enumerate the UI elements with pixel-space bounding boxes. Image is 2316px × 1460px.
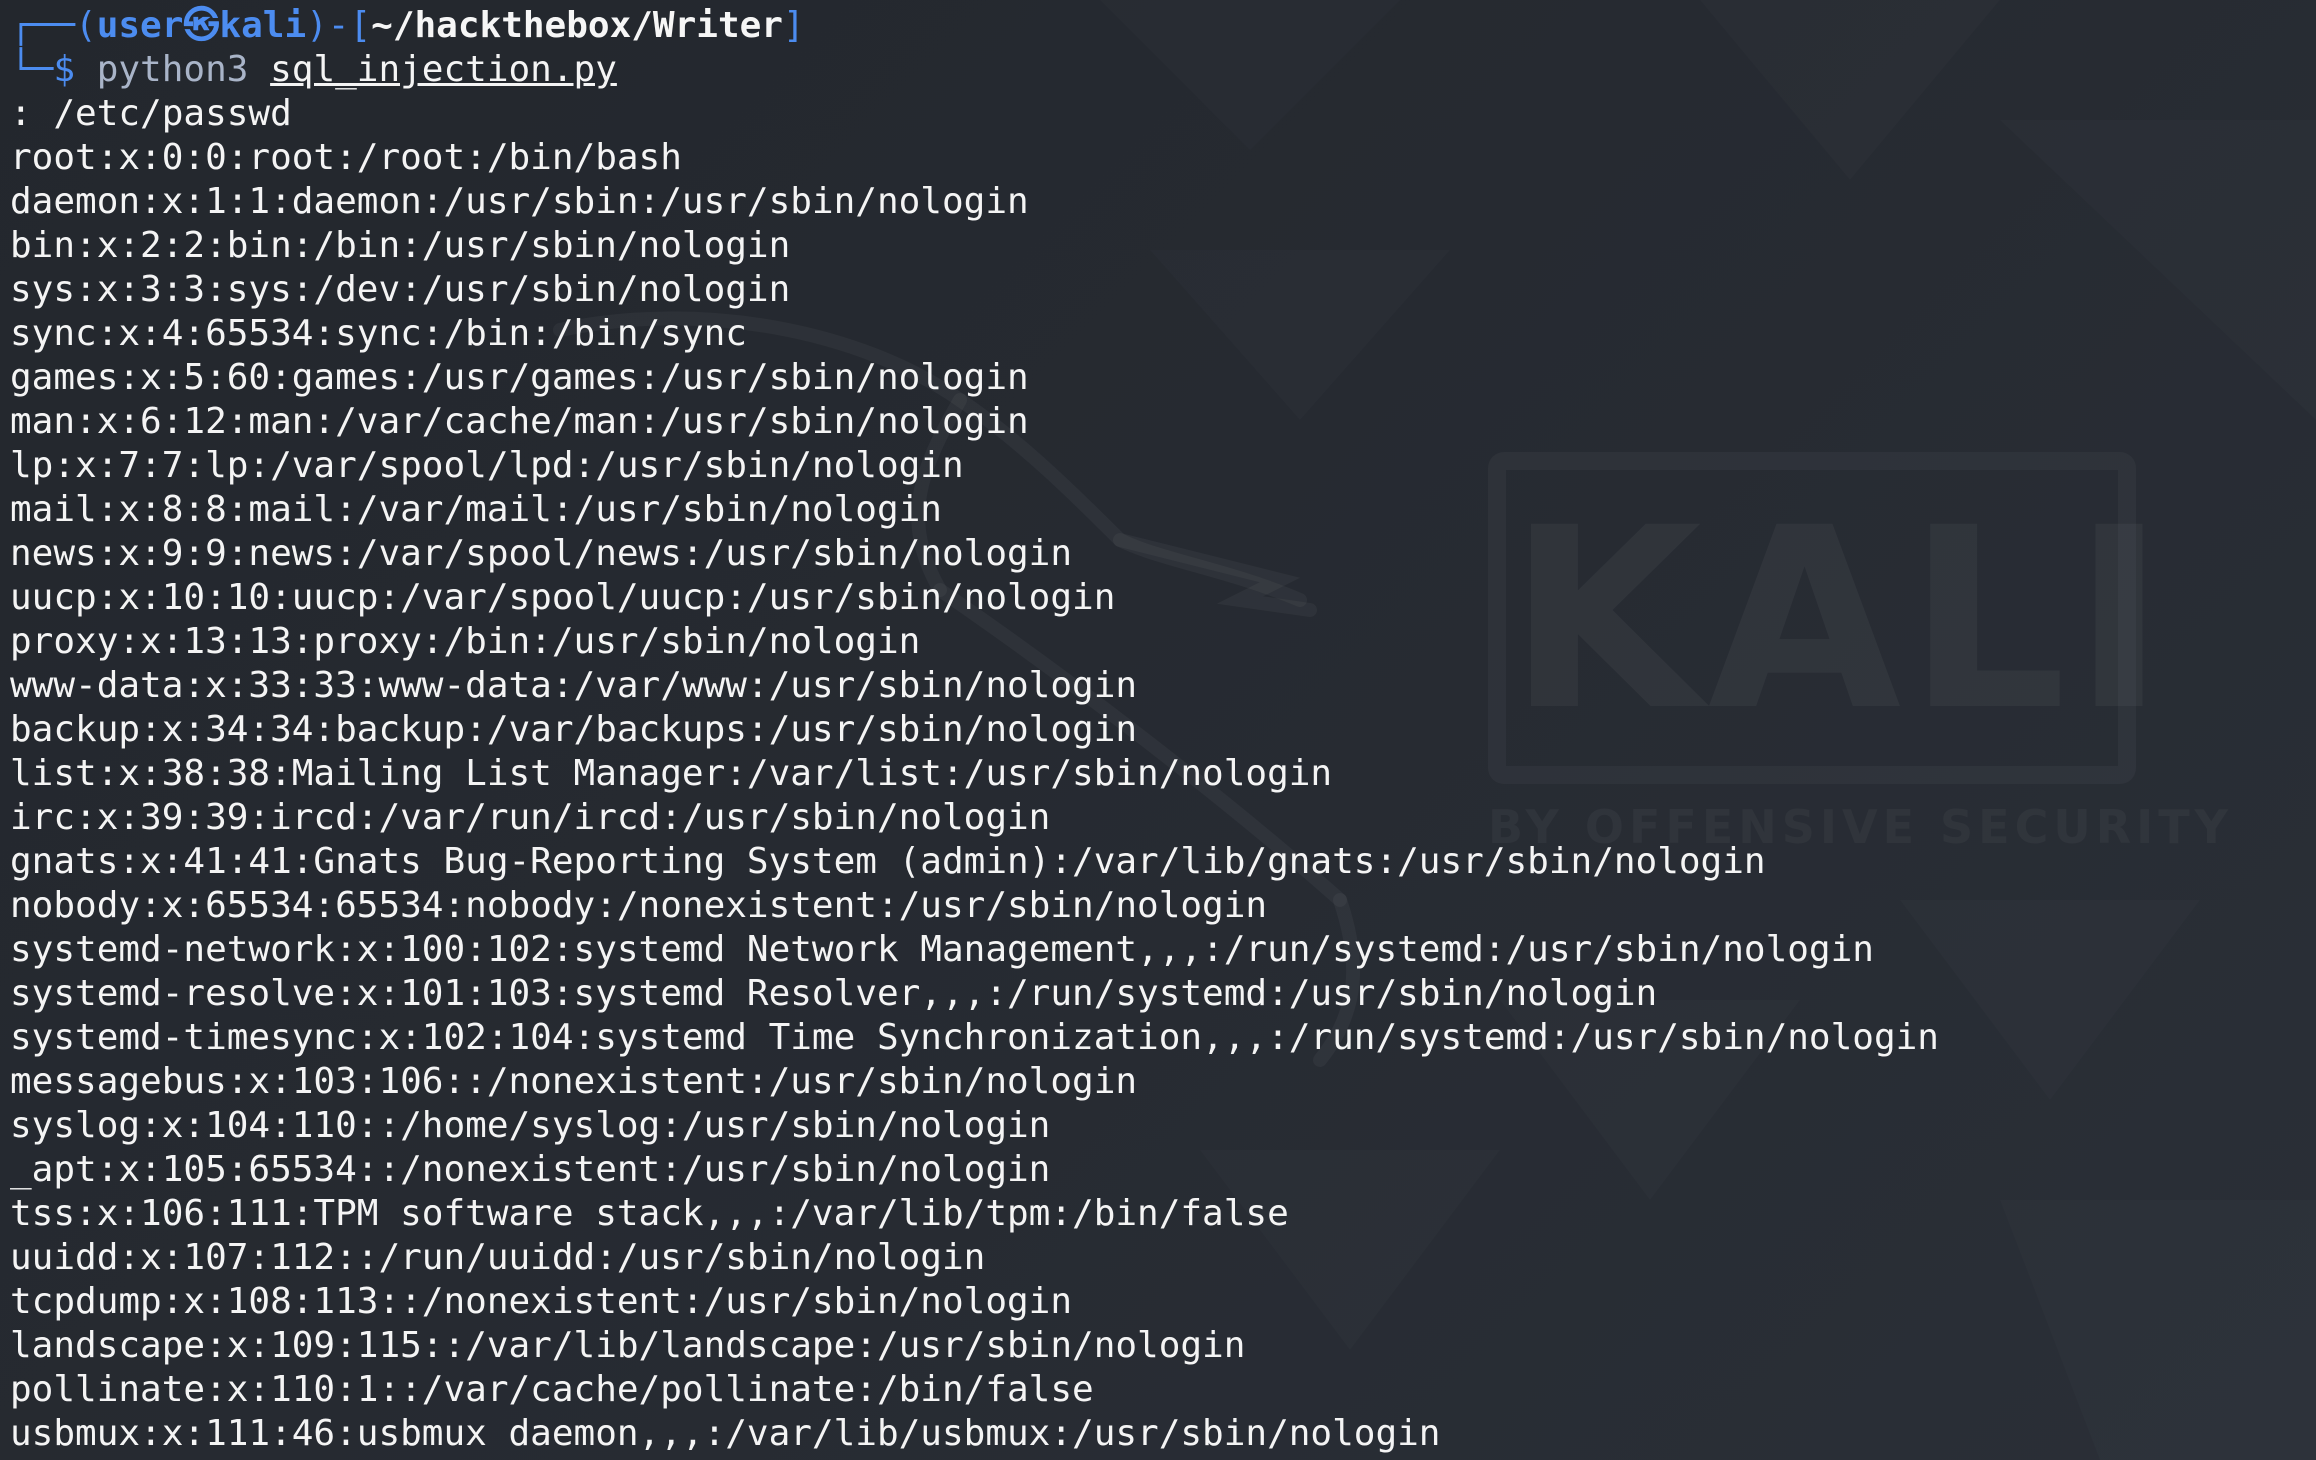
output-line: list:x:38:38:Mailing List Manager:/var/l…: [10, 753, 1333, 794]
output-line: tss:x:106:111:TPM software stack,,,:/var…: [10, 1193, 1289, 1234]
prompt-at-icon: ㉿: [183, 5, 220, 46]
passwd-output: root:x:0:0:root:/root:/bin/bash daemon:x:…: [10, 136, 2306, 1456]
command-line[interactable]: └─$ python3 sql_injection.py: [10, 48, 2306, 92]
command-argument-file[interactable]: sql_injection.py: [270, 49, 617, 90]
output-line: nobody:x:65534:65534:nobody:/nonexistent…: [10, 885, 1268, 926]
output-line: lp:x:7:7:lp:/var/spool/lpd:/usr/sbin/nol…: [10, 445, 964, 486]
output-line: _apt:x:105:65534::/nonexistent:/usr/sbin…: [10, 1149, 1051, 1190]
output-line: landscape:x:109:115::/var/lib/landscape:…: [10, 1325, 1246, 1366]
prompt-header: ┌──(user㉿kali)-[~/hackthebox/Writer]: [10, 4, 2306, 48]
prompt-close: ]: [782, 5, 805, 46]
prompt-corner-bottom: └─$: [10, 49, 97, 90]
prompt-corner-top: ┌──(: [10, 5, 97, 46]
script-input-line: : /etc/passwd: [10, 93, 292, 134]
output-line: uucp:x:10:10:uucp:/var/spool/uucp:/usr/s…: [10, 577, 1116, 618]
output-line: daemon:x:1:1:daemon:/usr/sbin:/usr/sbin/…: [10, 181, 1029, 222]
terminal-window[interactable]: KALI BY OFFENSIVE SECURITY ┌──(user㉿kali…: [0, 0, 2316, 1460]
output-line: irc:x:39:39:ircd:/var/run/ircd:/usr/sbin…: [10, 797, 1051, 838]
output-line: syslog:x:104:110::/home/syslog:/usr/sbin…: [10, 1105, 1051, 1146]
output-line: bin:x:2:2:bin:/bin:/usr/sbin/nologin: [10, 225, 791, 266]
output-line: root:x:0:0:root:/root:/bin/bash: [10, 137, 682, 178]
output-line: sys:x:3:3:sys:/dev:/usr/sbin/nologin: [10, 269, 791, 310]
output-line: systemd-timesync:x:102:104:systemd Time …: [10, 1017, 1939, 1058]
output-line: mail:x:8:8:mail:/var/mail:/usr/sbin/nolo…: [10, 489, 942, 530]
prompt-host: kali: [219, 5, 307, 46]
output-line: systemd-resolve:x:101:103:systemd Resolv…: [10, 973, 1658, 1014]
output-line: messagebus:x:103:106::/nonexistent:/usr/…: [10, 1061, 1138, 1102]
prompt-path: ~/hackthebox/Writer: [371, 5, 783, 46]
output-line: games:x:5:60:games:/usr/games:/usr/sbin/…: [10, 357, 1029, 398]
output-line: news:x:9:9:news:/var/spool/news:/usr/sbi…: [10, 533, 1073, 574]
terminal-content[interactable]: ┌──(user㉿kali)-[~/hackthebox/Writer] └─$…: [10, 4, 2306, 1456]
output-line: sync:x:4:65534:sync:/bin:/bin/sync: [10, 313, 747, 354]
output-line: www-data:x:33:33:www-data:/var/www:/usr/…: [10, 665, 1138, 706]
command-name: python3: [96, 49, 271, 90]
output-line: systemd-network:x:100:102:systemd Networ…: [10, 929, 1874, 970]
output-line: man:x:6:12:man:/var/cache/man:/usr/sbin/…: [10, 401, 1029, 442]
output-line: usbmux:x:111:46:usbmux daemon,,,:/var/li…: [10, 1413, 1441, 1454]
output-line: pollinate:x:110:1::/var/cache/pollinate:…: [10, 1369, 1094, 1410]
output-line: gnats:x:41:41:Gnats Bug-Reporting System…: [10, 841, 1766, 882]
prompt-separator: )-[: [306, 5, 372, 46]
output-line: backup:x:34:34:backup:/var/backups:/usr/…: [10, 709, 1138, 750]
output-line: proxy:x:13:13:proxy:/bin:/usr/sbin/nolog…: [10, 621, 921, 662]
output-line: tcpdump:x:108:113::/nonexistent:/usr/sbi…: [10, 1281, 1073, 1322]
prompt-user: user: [96, 5, 184, 46]
output-line: uuidd:x:107:112::/run/uuidd:/usr/sbin/no…: [10, 1237, 986, 1278]
